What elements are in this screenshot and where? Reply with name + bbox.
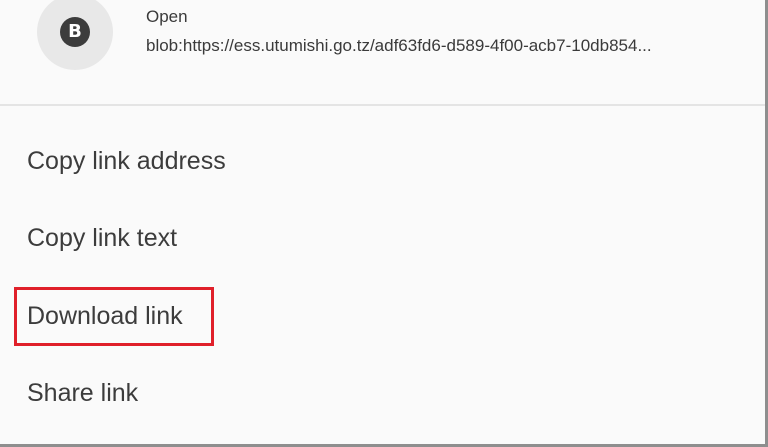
- download-link-highlight: [14, 287, 214, 346]
- open-label[interactable]: Open: [146, 7, 188, 27]
- copy-link-address-item[interactable]: Copy link address: [0, 126, 765, 196]
- copy-link-address-label: Copy link address: [27, 147, 226, 175]
- copy-link-text-label: Copy link text: [27, 224, 178, 252]
- menu-divider: [0, 104, 765, 106]
- share-link-label: Share link: [27, 379, 139, 407]
- link-url: blob:https://ess.utumishi.go.tz/adf63fd6…: [146, 36, 652, 55]
- menu-header[interactable]: B Open blob:https://ess.utumishi.go.tz/a…: [0, 0, 765, 104]
- link-context-menu: B Open blob:https://ess.utumishi.go.tz/a…: [0, 0, 765, 444]
- share-link-item[interactable]: Share link: [0, 358, 765, 428]
- copy-link-text-item[interactable]: Copy link text: [0, 203, 765, 273]
- site-favicon-icon: B: [60, 17, 90, 47]
